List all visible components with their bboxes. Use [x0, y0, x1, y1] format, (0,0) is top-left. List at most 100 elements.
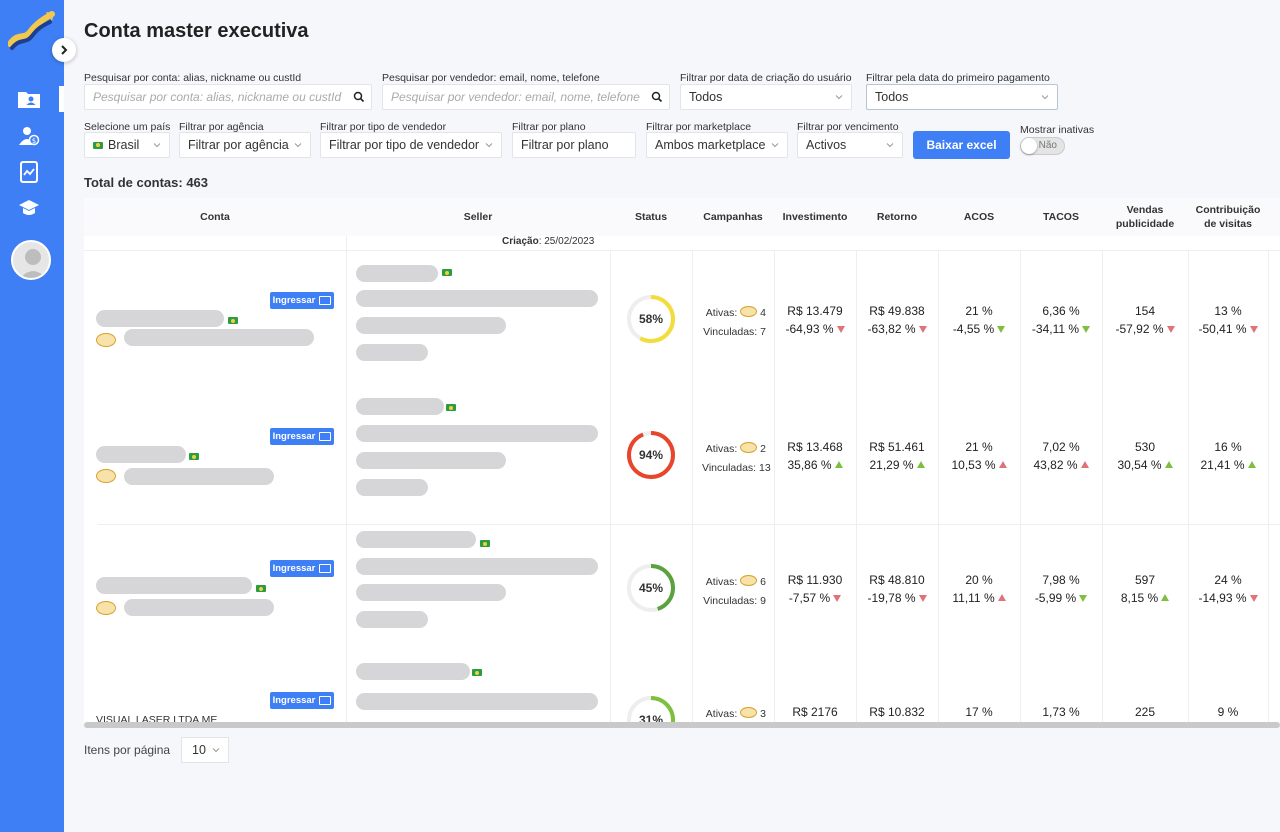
retorno-cell: R$ 51.461 21,29 %: [856, 438, 938, 474]
handshake-icon: [740, 306, 758, 317]
login-icon: [319, 296, 332, 305]
col-header-acos: ACOS: [938, 198, 1020, 236]
trend-down-icon: [918, 595, 927, 602]
delta-text: 21,41 %: [1200, 458, 1245, 472]
seller-type-select[interactable]: Filtrar por tipo de vendedor: [320, 132, 502, 158]
brazil-flag-icon: [472, 669, 482, 676]
visitas-cell: 24 % -14,93 %: [1187, 571, 1269, 607]
acos-cell: 21 % -4,55 %: [938, 302, 1020, 338]
account-search-field[interactable]: [84, 84, 372, 110]
show-inactive-toggle[interactable]: Não: [1020, 137, 1065, 155]
metric-delta: -19,78 %: [856, 589, 938, 607]
first-payment-date-select[interactable]: Todos: [866, 84, 1058, 110]
ingressar-button[interactable]: Ingressar: [270, 292, 334, 309]
seller-name-redacted: [356, 398, 444, 415]
trend-up-icon: [1161, 594, 1170, 601]
col-header-vendas: Vendas publicidade: [1102, 198, 1188, 236]
first-payment-date-value: Todos: [875, 90, 909, 104]
col-header-retorno: Retorno: [856, 198, 938, 236]
vendas-cell: 225: [1134, 705, 1156, 719]
col-header-investimento: Investimento: [774, 198, 856, 236]
items-per-page-label: Itens por página: [84, 743, 171, 757]
login-icon: [319, 696, 332, 705]
nav-academy-icon[interactable]: [16, 195, 42, 221]
metric-delta: 10,53 %: [938, 456, 1020, 474]
chevron-down-icon: [1041, 95, 1049, 100]
nav-reports-icon[interactable]: [16, 159, 42, 185]
metric-value: R$ 13.479: [787, 304, 843, 318]
search-icon[interactable]: [353, 91, 365, 103]
ingressar-button[interactable]: Ingressar: [270, 692, 334, 709]
account-search-input[interactable]: [93, 90, 363, 104]
account-search-label: Pesquisar por conta: alias, nickname ou …: [84, 72, 302, 84]
seller-search-input[interactable]: [391, 90, 661, 104]
col-header-status: Status: [610, 198, 692, 236]
nav-users-billing-icon[interactable]: $: [16, 123, 42, 149]
trend-down-icon: [1079, 595, 1088, 602]
retorno-cell: R$ 48.810 -19,78 %: [856, 571, 938, 607]
campaigns-active: Ativas: 2: [702, 442, 766, 455]
marketplace-select[interactable]: Ambos marketplace: [646, 132, 788, 158]
items-per-page-select[interactable]: 10: [181, 737, 229, 763]
country-select[interactable]: Brasil: [84, 132, 170, 158]
seller-type-value: Filtrar por tipo de vendedor: [329, 138, 480, 152]
metric-value: 21 %: [965, 304, 993, 318]
account-detail-redacted: [124, 599, 274, 616]
download-excel-button[interactable]: Baixar excel: [913, 131, 1010, 159]
divider: [84, 250, 1280, 251]
handshake-icon: [740, 575, 758, 586]
total-accounts: Total de contas: 463: [84, 175, 209, 190]
sidebar: $: [0, 0, 64, 832]
show-inactive-value: Não: [1038, 140, 1057, 151]
agency-select[interactable]: Filtrar por agência: [179, 132, 311, 158]
trend-up-icon: [834, 461, 843, 468]
delta-text: -64,93 %: [785, 322, 834, 336]
seller-search-field[interactable]: [382, 84, 670, 110]
chevron-down-icon: [886, 143, 894, 148]
search-icon[interactable]: [651, 91, 663, 103]
user-avatar[interactable]: [11, 240, 51, 280]
creation-date-value: : 25/02/2023: [538, 236, 595, 247]
delta-text: 21,29 %: [869, 458, 914, 472]
vendas-cell: 530 30,54 %: [1104, 438, 1186, 474]
campaigns-linked-label: Vinculadas:: [703, 326, 758, 338]
app-logo-icon[interactable]: [8, 10, 56, 50]
sidebar-expand-button[interactable]: [52, 38, 76, 62]
delta-text: 35,86 %: [787, 458, 832, 472]
delta-text: 8,15 %: [1120, 591, 1159, 605]
seller-phone-redacted: [356, 584, 506, 601]
campaigns-active-count: 2: [760, 443, 766, 455]
metric-delta: -5,99 %: [1020, 589, 1102, 607]
campaigns-active: Ativas: 6: [702, 575, 766, 588]
ingressar-button[interactable]: Ingressar: [270, 428, 334, 445]
creation-date: Criação: 25/02/2023: [502, 236, 594, 247]
delta-text: -4,55 %: [952, 322, 995, 336]
nav-accounts-icon[interactable]: [16, 86, 42, 112]
expiry-select[interactable]: Activos: [797, 132, 903, 158]
divider: [692, 250, 693, 726]
table-horizontal-scrollbar[interactable]: [84, 722, 1280, 728]
col-header-conta: Conta: [84, 198, 346, 236]
investimento-cell: R$ 13.468 35,86 %: [774, 438, 856, 474]
divider: [1102, 250, 1103, 726]
plan-select[interactable]: Filtrar por plano: [512, 132, 636, 158]
svg-text:$: $: [32, 137, 36, 145]
tacos-cell: 7,02 % 43,82 %: [1020, 438, 1102, 474]
campaigns-linked-label: Vinculadas:: [702, 462, 757, 474]
ingressar-label: Ingressar: [272, 695, 316, 706]
campaigns-active: Ativas: 4: [702, 306, 766, 319]
metric-delta: -14,93 %: [1187, 589, 1269, 607]
seller-extra-redacted: [356, 479, 428, 496]
marketplace-value: Ambos marketplace: [655, 138, 766, 152]
seller-extra-redacted: [356, 344, 428, 361]
brazil-flag-icon: [93, 141, 103, 149]
metric-value: 6,36 %: [1042, 304, 1080, 318]
metric-value: 13 %: [1214, 304, 1242, 318]
user-creation-date-select[interactable]: Todos: [680, 84, 852, 110]
campaigns-active-count: 4: [760, 307, 766, 319]
delta-text: -19,78 %: [867, 591, 916, 605]
campaigns-linked-label: Vinculadas:: [703, 595, 758, 607]
plan-value: Filtrar por plano: [521, 138, 609, 152]
handshake-icon: [740, 707, 758, 718]
ingressar-button[interactable]: Ingressar: [270, 560, 334, 577]
